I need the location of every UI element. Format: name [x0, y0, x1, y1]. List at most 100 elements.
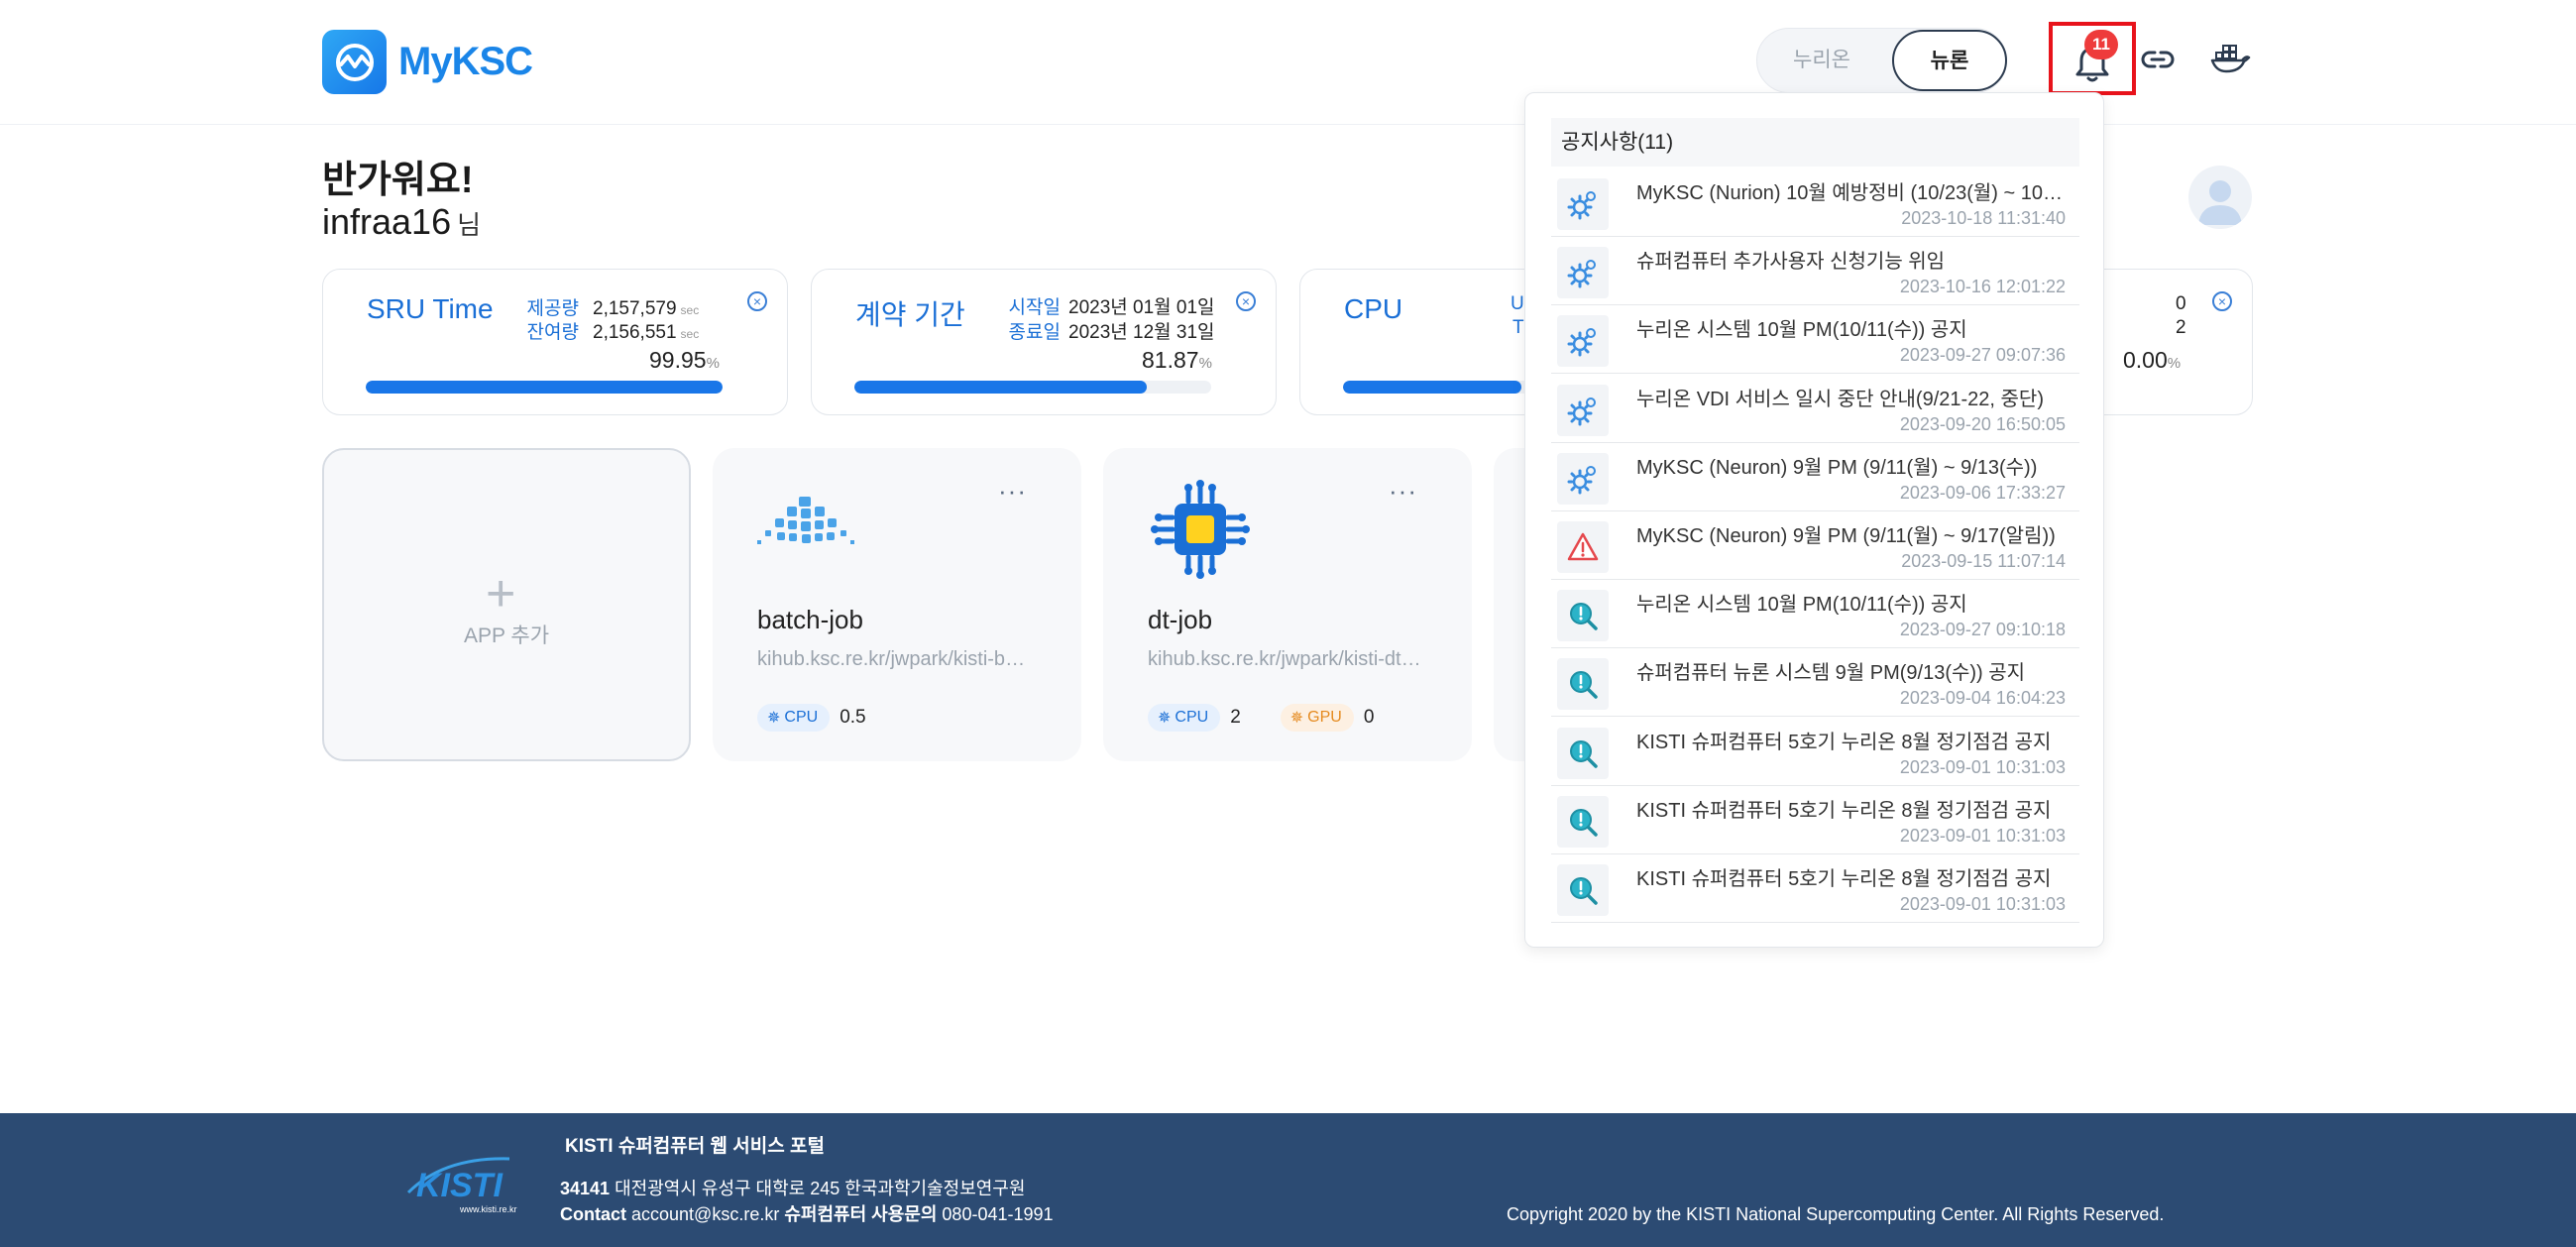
logo[interactable]: MyKSC	[322, 30, 533, 94]
cpu-value: 0.5	[840, 707, 866, 728]
cpu-percent: 0.00%	[2123, 347, 2181, 374]
cpu-chip-icon: ✵	[1158, 710, 1172, 727]
notice-item-title: 누리온 시스템 10월 PM(10/11(수)) 공지	[1636, 319, 1967, 342]
username-text: infraa16	[322, 201, 452, 242]
notice-item[interactable]: 슈퍼컴퓨터 뉴론 시스템 9월 PM(9/13(수)) 공지 2023-09-04…	[1551, 648, 2079, 718]
footer-title: KISTI 슈퍼컴퓨터 웹 서비스 포털	[565, 1136, 825, 1157]
notice-item[interactable]: 누리온 시스템 10월 PM(10/11(수)) 공지 2023-09-27 09…	[1551, 580, 2079, 649]
contract-progress-bar	[854, 381, 1211, 394]
system-toggle[interactable]: 누리온 뉴론	[1756, 28, 2007, 93]
gpu-chip-icon: ✵	[1289, 710, 1304, 727]
sru-used-value: 2,157,579	[593, 298, 677, 319]
notice-item[interactable]: 누리온 시스템 10월 PM(10/11(수)) 공지 2023-09-27 09…	[1551, 305, 2079, 375]
notice-item[interactable]: MyKSC (Nurion) 10월 예방정비 (10/23(월) ~ 10/2…	[1551, 169, 2079, 237]
sru-remain-label: 잔여량	[526, 322, 579, 343]
notice-item-date: 2023-09-04 16:04:23	[1899, 688, 2066, 709]
add-app-card[interactable]: + APP 추가	[322, 448, 691, 761]
notification-button[interactable]: 11	[2049, 22, 2136, 95]
footer-support-phone: 080-041-1991	[942, 1204, 1054, 1224]
cpu-chip-label: CPU	[1175, 709, 1209, 726]
avatar[interactable]	[2188, 166, 2252, 229]
sru-remain-value: 2,156,551	[593, 322, 677, 343]
app-card-dt-job[interactable]: ··· dt-job kihub.ksc.re.kr/jwpark/kisti-…	[1103, 448, 1472, 761]
more-options-icon[interactable]: ···	[1389, 478, 1417, 504]
gpu-chip-label: GPU	[1307, 709, 1342, 726]
notice-item-date: 2023-09-01 10:31:03	[1899, 894, 2066, 914]
notice-item[interactable]: KISTI 슈퍼컴퓨터 5호기 누리온 8월 정기점검 공지 2023-09-01…	[1551, 718, 2079, 786]
username: infraa16 님	[322, 201, 481, 243]
cpu-chip-icon: ✵	[767, 710, 781, 727]
footer-contact: Contact account@ksc.re.kr 슈퍼컴퓨터 사용문의 080…	[560, 1200, 1054, 1226]
contract-end-label: 종료일	[1008, 322, 1061, 343]
footer-contact-email[interactable]: account@ksc.re.kr	[631, 1204, 779, 1224]
notice-item[interactable]: KISTI 슈퍼컴퓨터 5호기 누리온 8월 정기점검 공지 2023-09-01…	[1551, 854, 2079, 923]
docker-icon[interactable]	[2208, 36, 2252, 79]
gpu-value: 0	[1363, 707, 1375, 728]
cpu-progress-fill	[1343, 381, 1521, 394]
notice-item[interactable]: 누리온 VDI 서비스 일시 중단 안내(9/21-22, 중단) 2023-09…	[1551, 375, 2079, 443]
notice-item-date: 2023-09-01 10:31:03	[1899, 825, 2066, 846]
contract-start-label: 시작일	[1008, 297, 1061, 318]
notice-item-title: 누리온 시스템 10월 PM(10/11(수)) 공지	[1636, 594, 1967, 617]
sru-percent-unit: %	[706, 355, 720, 372]
app-resources: ✵ CPU 2 ✵ GPU 0	[1148, 704, 1374, 732]
app-card-batch-job[interactable]: ··· batch-job kihub.ksc.re.kr/jwpark/kis…	[713, 448, 1081, 761]
gear-icon	[1557, 315, 1609, 368]
link-icon[interactable]	[2138, 40, 2178, 79]
notice-item-title: 슈퍼컴퓨터 추가사용자 신청기능 위임	[1636, 251, 1946, 274]
notice-item[interactable]: MyKSC (Neuron) 9월 PM (9/11(월) ~ 9/13(수))…	[1551, 443, 2079, 511]
close-icon[interactable]: ×	[1236, 291, 1256, 311]
contract-start-row: 시작일 2023년 01월 01일	[991, 292, 1215, 319]
notice-item-date: 2023-09-01 10:31:03	[1899, 756, 2066, 777]
sru-progress-bar	[366, 381, 723, 394]
toggle-nurion[interactable]: 누리온	[1757, 29, 1886, 92]
toggle-neuron[interactable]: 뉴론	[1892, 30, 2007, 91]
cpu-chip: ✵ CPU	[757, 704, 831, 732]
cpu-label-2: T	[1512, 317, 1524, 338]
logo-icon	[322, 30, 387, 94]
batch-job-icon	[757, 497, 854, 544]
notice-item-date: 2023-09-27 09:07:36	[1899, 345, 2066, 366]
search-alert-icon	[1557, 864, 1609, 916]
notice-item[interactable]: 슈퍼컴퓨터 추가사용자 신청기능 위임 2023-10-16 12:01:22	[1551, 237, 2079, 306]
sru-used-unit: sec	[680, 303, 700, 317]
kisti-logo-url: www.kisti.re.kr	[459, 1204, 517, 1214]
username-suffix: 님	[457, 210, 482, 240]
notice-item[interactable]: MyKSC (Neuron) 9월 PM (9/11(월) ~ 9/17(알림)…	[1551, 511, 2079, 580]
cpu-value-2: 2	[2176, 317, 2186, 338]
notice-popup: 공지사항(11) MyKSC (Nurion) 10월 예방정비 (10/23(…	[1524, 92, 2104, 948]
app-url: kihub.ksc.re.kr/jwpark/kisti-batch-job	[757, 648, 1035, 670]
sru-remain-row: 잔여량 2,156,551 sec	[505, 317, 700, 344]
warning-icon	[1557, 521, 1609, 573]
close-icon[interactable]: ×	[747, 291, 767, 311]
gpu-chip: ✵ GPU	[1280, 704, 1354, 732]
notice-item[interactable]: KISTI 슈퍼컴퓨터 5호기 누리온 8월 정기점검 공지 2023-09-01…	[1551, 786, 2079, 854]
footer-support-label: 슈퍼컴퓨터 사용문의	[784, 1204, 938, 1224]
sru-progress-fill	[366, 381, 723, 394]
cpu-chip: ✵ CPU	[1148, 704, 1221, 732]
chip-icon	[1151, 480, 1250, 579]
user-avatar-icon	[2198, 180, 2242, 225]
footer-address-text: 대전광역시 유성구 대학로 245 한국과학기술정보연구원	[615, 1179, 1026, 1198]
add-app-label: APP 추가	[463, 624, 550, 647]
contract-percent-unit: %	[1198, 355, 1212, 372]
notice-item-date: 2023-10-16 12:01:22	[1899, 277, 2066, 297]
cpu-percent-unit: %	[2167, 355, 2182, 372]
kisti-logo-text: KISTI	[416, 1167, 504, 1204]
search-alert-icon	[1557, 795, 1609, 848]
gear-icon	[1557, 384, 1609, 436]
plus-icon: +	[486, 565, 516, 623]
close-icon[interactable]: ×	[2212, 291, 2232, 311]
cpu-percent-value: 0.00	[2123, 347, 2168, 373]
notification-badge: 11	[2084, 30, 2118, 59]
notice-item-title: MyKSC (Nurion) 10월 예방정비 (10/23(월) ~ 10/2…	[1636, 182, 2065, 204]
contract-percent-value: 81.87	[1142, 347, 1199, 373]
notice-item-date: 2023-10-18 11:31:40	[1901, 208, 2066, 228]
notice-item-title: 누리온 VDI 서비스 일시 중단 안내(9/21-22, 중단)	[1636, 388, 2044, 410]
logo-text: MyKSC	[398, 40, 533, 83]
cpu-value: 2	[1230, 707, 1241, 728]
footer: KISTI www.kisti.re.kr KISTI 슈퍼컴퓨터 웹 서비스 …	[0, 1113, 2576, 1247]
app-name: dt-job	[1148, 605, 1213, 634]
contract-end-row: 종료일 2023년 12월 31일	[991, 317, 1215, 344]
more-options-icon[interactable]: ···	[998, 478, 1027, 504]
